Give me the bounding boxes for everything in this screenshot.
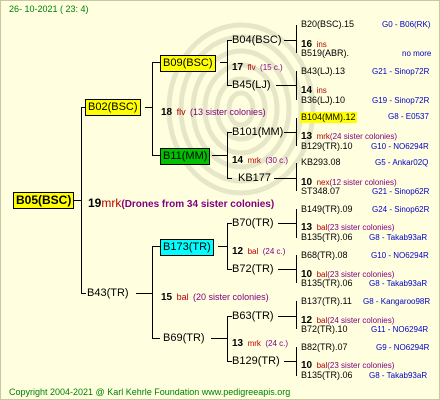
gen4-node[interactable]: B43(LJ).13 (301, 67, 345, 76)
gen4-node[interactable]: KB293.08 (301, 158, 341, 167)
gen4-code: G21 - Sinop62R (372, 187, 430, 196)
connector (227, 223, 228, 269)
connector (152, 62, 160, 63)
gen3-node-b04[interactable]: B04(BSC) (232, 35, 282, 46)
gen1-b43-info: 15 bal (20 sister colonies) (161, 292, 269, 303)
connector (278, 269, 296, 270)
gen2-b11-info: 14 mrk (30 c.) (232, 155, 289, 166)
gen3-node-b45[interactable]: B45(LJ) (232, 80, 271, 91)
gen2-b69-info: 13 mrk (24 c.) (232, 338, 289, 349)
pedigree-frame: 26- 10-2021 ( 23: 4) B05(BSC) 19mrk(Dron… (0, 0, 440, 400)
root-colonies: (Drones from 34 sister colonies) (121, 199, 275, 210)
connector (145, 107, 152, 108)
connector (274, 178, 296, 179)
gen4-code: G5 - Ankar02Q (375, 158, 429, 167)
connector (296, 301, 297, 329)
root-node[interactable]: B05(BSC) (13, 192, 75, 209)
gen4-code: G0 - B06(RK) (382, 20, 431, 29)
gen4-node[interactable]: ST348.07 (301, 187, 340, 196)
gen4-node[interactable]: B135(TR).06 (301, 371, 353, 380)
gen1-node-b02[interactable]: B02(BSC) (85, 99, 141, 116)
connector (211, 338, 227, 339)
root-num: 19 (88, 196, 102, 210)
connector (227, 132, 228, 178)
connector (296, 255, 297, 283)
gen4-code: G10 - NO6294R (371, 142, 429, 151)
connector (296, 118, 297, 146)
connector (212, 155, 227, 156)
gen1-node-b43[interactable]: B43(TR) (87, 288, 129, 299)
connector (136, 293, 152, 294)
gen3-node-b101[interactable]: B101(MM) (232, 127, 283, 138)
connector (227, 316, 228, 361)
gen2-b173-info: 12 bal (24 c.) (232, 246, 286, 257)
gen4-node-highlighted[interactable]: B104(MM).12 (300, 112, 357, 123)
connector (284, 132, 296, 133)
gen4-code: G11 - NO6294R (371, 325, 429, 334)
connector (278, 316, 296, 317)
gen4-node[interactable]: B72(TR).10 (301, 325, 348, 334)
gen3-node-b63[interactable]: B63(TR) (232, 311, 274, 322)
gen4-node[interactable]: B20(BSC).15 (301, 20, 354, 29)
connector (296, 71, 297, 100)
gen4-code: no more (402, 49, 432, 58)
gen4-code: G8 - Kangaroo98R (363, 297, 431, 306)
connector (218, 246, 227, 247)
gen4-code: G10 - NO6294R (371, 251, 429, 260)
gen2-node-b09[interactable]: B09(BSC) (160, 55, 216, 72)
footer-copyright: Copyright 2004-2021 @ Karl Kehrle Founda… (9, 387, 291, 397)
gen4-node[interactable]: B36(LJ).10 (301, 96, 345, 105)
gen2-node-b69[interactable]: B69(TR) (163, 333, 205, 344)
gen3-node-kb177[interactable]: KB177 (238, 173, 271, 184)
connector (152, 338, 160, 339)
gen4-code: G19 - Sinop72R (372, 96, 430, 105)
connector (152, 246, 160, 247)
connector (296, 347, 297, 376)
connector (227, 178, 232, 179)
gen4-node[interactable]: B149(TR).09 (301, 205, 353, 214)
connector (284, 361, 296, 362)
root-race: mrk (101, 196, 122, 210)
connector (296, 209, 297, 238)
connector (278, 223, 296, 224)
connector (276, 85, 296, 86)
gen4-node[interactable]: B137(TR).11 (301, 297, 352, 306)
gen2-node-b11[interactable]: B11(MM) (160, 148, 211, 165)
connector (152, 62, 153, 155)
connector (296, 163, 297, 191)
connector (152, 246, 153, 338)
gen4-node[interactable]: B519(ABR). (301, 49, 349, 58)
connector (227, 40, 228, 85)
connector (81, 107, 82, 293)
connector (73, 200, 81, 201)
gen4-code: G8 - Takab93aR (369, 233, 428, 242)
gen4-code: G21 - Sinop72R (372, 67, 430, 76)
gen3-node-b70[interactable]: B70(TR) (232, 218, 274, 229)
connector (220, 62, 227, 63)
gen3-node-b72[interactable]: B72(TR) (232, 264, 274, 275)
connector (284, 40, 296, 41)
connector (81, 293, 86, 294)
gen4-code: G8 - Takab93aR (369, 371, 428, 380)
date-stamp: 26- 10-2021 ( 23: 4) (9, 4, 89, 14)
gen4-code: G8 - Takab93aR (369, 279, 428, 288)
gen4-node[interactable]: B82(TR).07 (301, 343, 348, 352)
connector (296, 25, 297, 53)
gen4-code: G9 - NO6294R (376, 343, 430, 352)
gen4-node[interactable]: B68(TR).08 (301, 251, 348, 260)
gen4-node[interactable]: B129(TR).10 (301, 142, 353, 151)
connector (152, 155, 160, 156)
gen2-node-b173[interactable]: B173(TR) (160, 239, 214, 256)
gen1-b02-info: 18 flv (13 sister colonies) (161, 107, 266, 118)
gen4-node[interactable]: B135(TR).06 (301, 233, 353, 242)
gen4-node[interactable]: B135(TR).06 (301, 279, 353, 288)
gen4-code: G24 - Sinop62R (372, 205, 430, 214)
gen2-b09-info: 17 flv (15 c.) (232, 62, 283, 73)
gen4-code: G8 - E0537 (388, 112, 429, 121)
gen3-node-b129[interactable]: B129(TR) (232, 356, 280, 367)
root-drone-info: 19mrk(Drones from 34 sister colonies) (88, 195, 274, 211)
